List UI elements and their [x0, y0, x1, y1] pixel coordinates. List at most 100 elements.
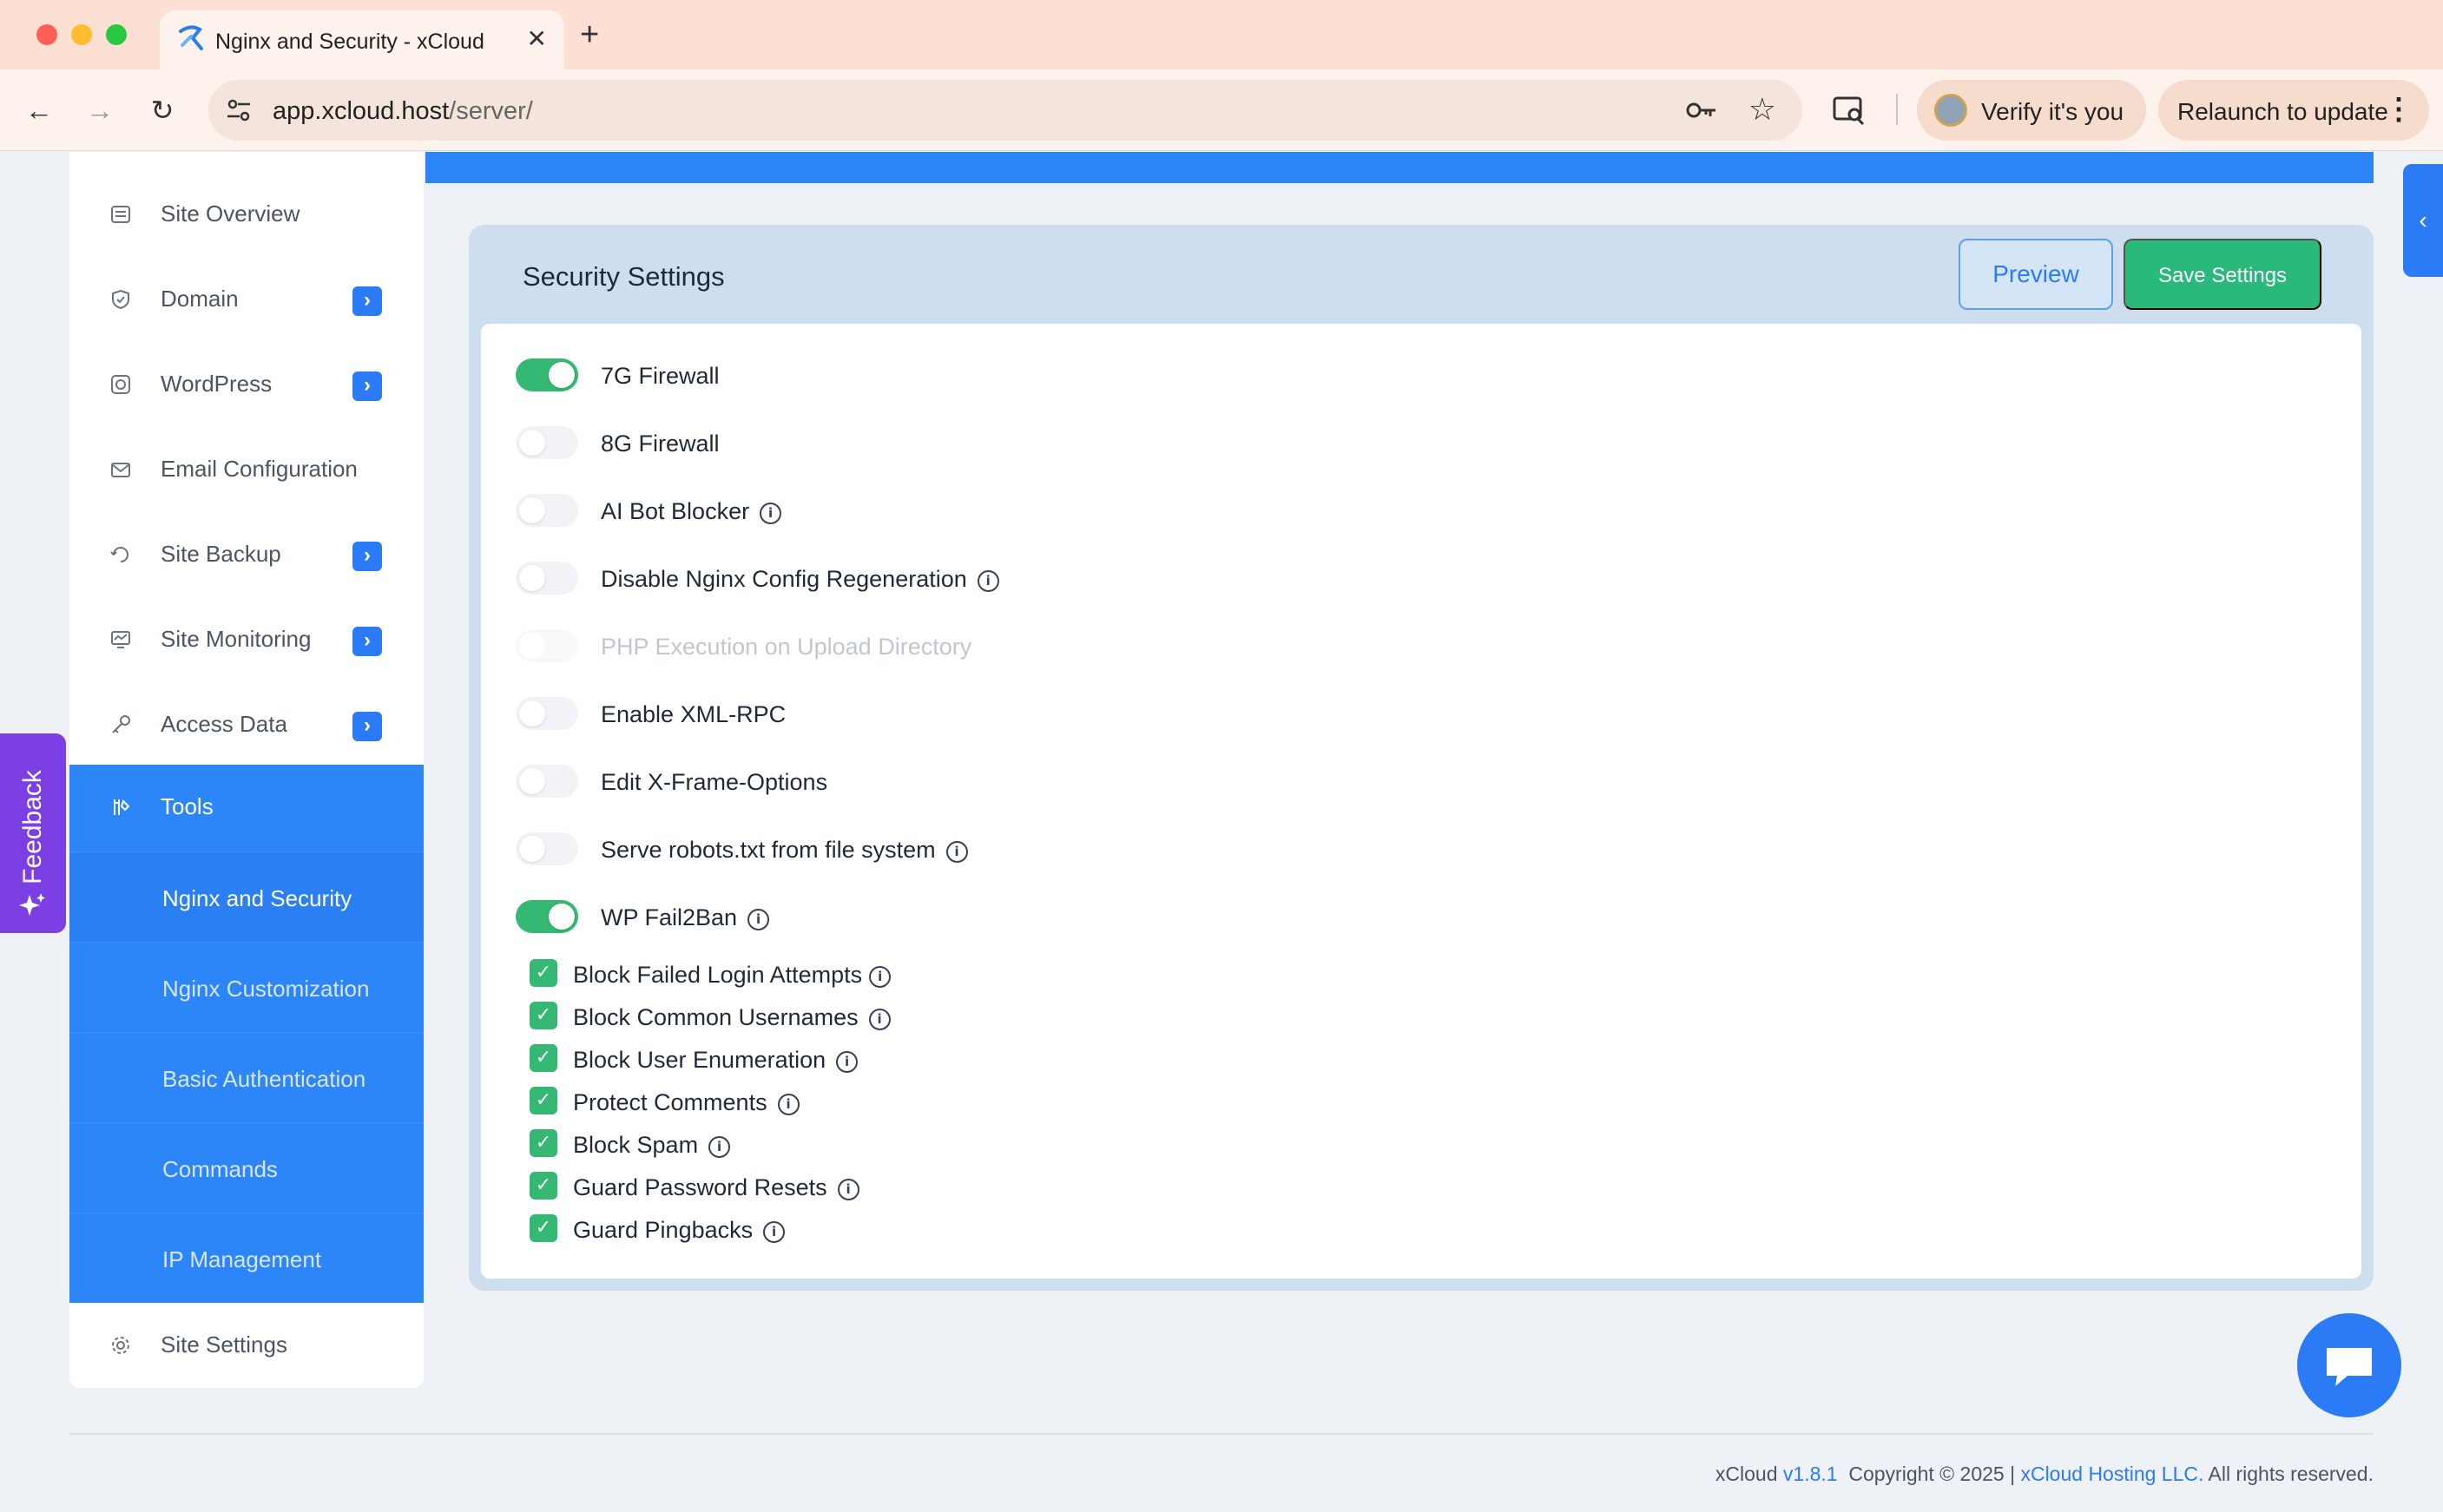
chevron-right-icon[interactable]: › — [352, 286, 382, 316]
footer-copyright: Copyright © 2025 | — [1848, 1463, 2016, 1485]
toggle-disable-nginx-regeneration[interactable] — [516, 562, 578, 595]
info-icon[interactable]: i — [760, 503, 782, 524]
sidebar-subitem-label: IP Management — [162, 1246, 322, 1272]
document-icon — [111, 206, 130, 223]
sidebar-item-wordpress[interactable]: WordPress › — [69, 342, 424, 427]
forward-icon[interactable]: → — [80, 90, 120, 130]
header-strip — [425, 152, 2374, 183]
footer-brand: xCloud — [1715, 1463, 1778, 1485]
sidebar-item-email-configuration[interactable]: Email Configuration — [69, 427, 424, 512]
sidebar-item-label: Domain — [161, 286, 239, 312]
maximize-window-button[interactable] — [106, 24, 127, 45]
gear-icon — [112, 1337, 129, 1354]
checkbox-block-spam[interactable]: ✓ — [530, 1129, 557, 1157]
back-icon[interactable]: ← — [19, 90, 59, 130]
lens-search-icon[interactable] — [1832, 94, 1867, 127]
setting-label: Serve robots.txt from file system i — [601, 837, 968, 864]
info-icon[interactable]: i — [868, 1009, 891, 1030]
verify-label: Verify it's you — [1981, 98, 2124, 125]
relaunch-button[interactable]: Relaunch to update ⋮ — [2158, 80, 2429, 141]
reload-icon[interactable]: ↻ — [142, 90, 182, 130]
close-window-button[interactable] — [36, 24, 57, 45]
setting-label: Disable Nginx Config Regeneration i — [601, 566, 999, 593]
close-tab-icon[interactable]: ✕ — [527, 24, 547, 53]
info-icon[interactable]: i — [837, 1179, 859, 1200]
setting-label: WP Fail2Ban i — [601, 904, 770, 931]
toggle-php-execution-upload — [516, 629, 578, 662]
sidebar-subitem-label: Commands — [162, 1156, 278, 1182]
settings-list: 7G Firewall 8G Firewall AI Bot Blocker i … — [481, 324, 2361, 1279]
profile-avatar — [1934, 94, 1967, 127]
info-icon[interactable]: i — [945, 841, 968, 863]
chat-icon — [2327, 1348, 2372, 1386]
info-icon[interactable]: i — [763, 1221, 786, 1243]
sidebar-subitem-ip-management[interactable]: IP Management — [69, 1213, 424, 1303]
sidebar-item-site-overview[interactable]: Site Overview — [69, 172, 424, 257]
info-icon[interactable]: i — [747, 909, 770, 930]
backup-icon — [110, 547, 128, 562]
toggle-7g-firewall[interactable] — [516, 358, 578, 391]
toolbar-separator — [1896, 94, 1898, 125]
option-label: Block Spam i — [573, 1132, 731, 1159]
wordpress-icon — [111, 375, 130, 394]
checkbox-block-failed-login[interactable]: ✓ — [530, 959, 557, 987]
bookmark-star-icon[interactable]: ☆ — [1748, 90, 1776, 128]
toggle-enable-xml-rpc[interactable] — [516, 697, 578, 730]
address-bar[interactable]: app.xcloud.host/server/ ☆ — [208, 80, 1802, 141]
chevron-right-icon[interactable]: › — [352, 371, 382, 401]
chevron-right-icon[interactable]: › — [352, 712, 382, 741]
mail-icon — [111, 463, 130, 477]
chevron-right-icon[interactable]: › — [352, 627, 382, 656]
sidebar-subitem-commands[interactable]: Commands — [69, 1122, 424, 1213]
url-text[interactable]: app.xcloud.host/server/ — [273, 97, 533, 126]
checkbox-protect-comments[interactable]: ✓ — [530, 1087, 557, 1114]
verify-identity-button[interactable]: Verify it's you — [1917, 80, 2146, 141]
save-settings-button[interactable]: Save Settings — [2124, 239, 2321, 310]
info-icon[interactable]: i — [977, 570, 999, 592]
footer-company-link[interactable]: xCloud Hosting LLC. — [2020, 1463, 2203, 1485]
checkbox-guard-password-resets[interactable]: ✓ — [530, 1172, 557, 1200]
sidebar-item-site-settings[interactable]: Site Settings — [69, 1303, 424, 1388]
footer-divider — [69, 1433, 2374, 1435]
info-icon[interactable]: i — [836, 1051, 859, 1073]
preview-button[interactable]: Preview — [1959, 239, 2113, 310]
setting-label: 7G Firewall — [601, 363, 720, 389]
checkbox-block-user-enumeration[interactable]: ✓ — [530, 1044, 557, 1072]
sidebar-item-tools[interactable]: Tools — [69, 765, 424, 851]
checkbox-block-common-usernames[interactable]: ✓ — [530, 1002, 557, 1029]
sidebar-subitem-basic-authentication[interactable]: Basic Authentication — [69, 1032, 424, 1122]
sidebar-item-access-data[interactable]: Access Data › — [69, 682, 424, 767]
sidebar-subitem-nginx-customization[interactable]: Nginx Customization — [69, 942, 424, 1032]
info-icon[interactable]: i — [869, 966, 892, 988]
toggle-x-frame-options[interactable] — [516, 765, 578, 798]
toggle-wp-fail2ban[interactable] — [516, 900, 578, 933]
password-key-icon[interactable] — [1684, 95, 1719, 125]
site-settings-icon[interactable] — [224, 95, 254, 125]
sidebar-item-domain[interactable]: Domain › — [69, 257, 424, 342]
toggle-serve-robots[interactable] — [516, 832, 578, 865]
sidebar-item-site-backup[interactable]: Site Backup › — [69, 512, 424, 597]
sidebar-subitem-nginx-security[interactable]: Nginx and Security — [69, 851, 424, 942]
option-label: Guard Pingbacks i — [573, 1217, 786, 1244]
minimize-window-button[interactable] — [71, 24, 92, 45]
setting-label: 8G Firewall — [601, 431, 720, 457]
sidebar-item-site-monitoring[interactable]: Site Monitoring › — [69, 597, 424, 682]
footer-version-link[interactable]: v1.8.1 — [1783, 1463, 1838, 1485]
info-icon[interactable]: i — [708, 1136, 731, 1158]
chevron-right-icon[interactable]: › — [352, 542, 382, 571]
sidebar-item-label: Email Configuration — [161, 456, 358, 482]
setting-label: Edit X-Frame-Options — [601, 769, 828, 795]
feedback-tab[interactable]: Feedback — [0, 733, 66, 933]
new-tab-button[interactable]: + — [580, 16, 599, 54]
live-chat-button[interactable] — [2297, 1313, 2401, 1417]
collapse-panel-button[interactable]: ‹ — [2403, 164, 2443, 277]
more-menu-icon[interactable]: ⋮ — [2384, 92, 2413, 127]
tools-icon — [114, 799, 130, 815]
toggle-ai-bot-blocker[interactable] — [516, 494, 578, 527]
info-icon[interactable]: i — [777, 1094, 800, 1115]
toggle-8g-firewall[interactable] — [516, 426, 578, 459]
sparkle-icon — [19, 893, 45, 916]
footer-rights: All rights reserved. — [2208, 1463, 2374, 1485]
checkbox-guard-pingbacks[interactable]: ✓ — [530, 1214, 557, 1242]
browser-tab-active[interactable]: Nginx and Security - xCloud ✕ — [160, 10, 564, 69]
